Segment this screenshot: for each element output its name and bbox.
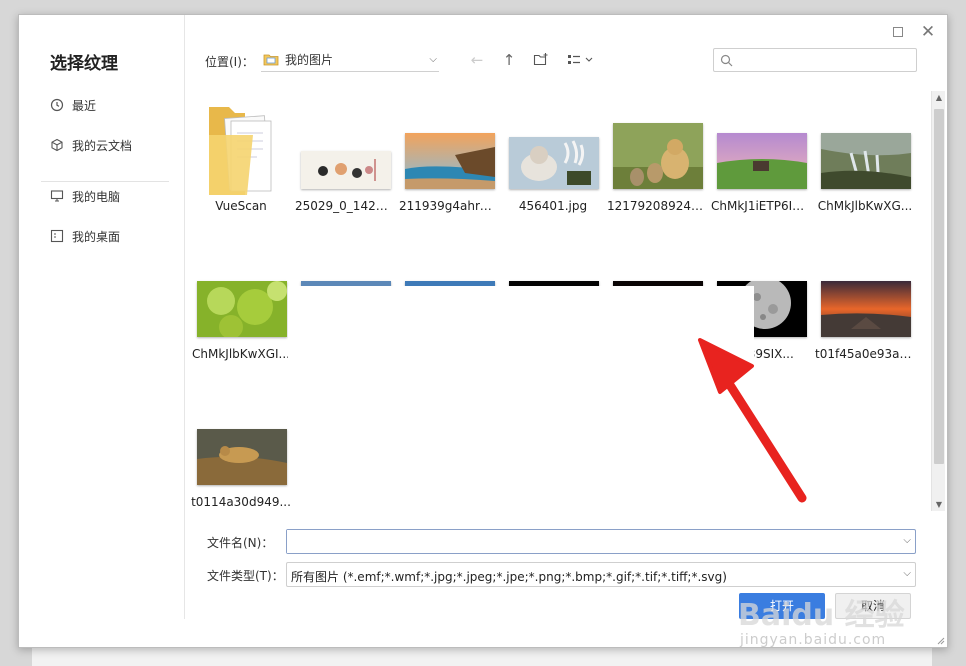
image-thumbnail xyxy=(821,281,911,337)
up-button[interactable]: ↑ xyxy=(499,50,519,70)
file-item[interactable]: 25029_0_14275... xyxy=(295,91,395,221)
file-item[interactable]: ChMkJlbKwXG... xyxy=(815,91,915,221)
filetype-select[interactable]: 所有图片 (*.emf;*.wmf;*.jpg;*.jpeg;*.jpe;*.p… xyxy=(286,562,916,587)
list-view-icon xyxy=(568,55,593,64)
chevron-down-icon: ⌵ xyxy=(903,568,911,579)
file-item[interactable]: 211939g4ahrm... xyxy=(399,91,499,221)
maximize-button[interactable] xyxy=(887,21,909,43)
file-item[interactable]: VueScan xyxy=(191,91,291,221)
image-thumbnail xyxy=(197,429,287,485)
file-name: ChMkJ1iETP6IG... xyxy=(711,199,811,213)
filename-input[interactable] xyxy=(287,530,887,553)
sidebar-item-label: 最近 xyxy=(72,98,97,113)
cancel-button[interactable]: 取消 xyxy=(835,593,911,619)
sidebar-item-recent[interactable]: 最近 xyxy=(50,95,96,115)
sidebar: 选择纹理 最近 我的云文档 我的电脑 我的桌面 xyxy=(19,15,185,619)
close-button[interactable]: ✕ xyxy=(917,21,939,43)
filename-label: 文件名(N)： xyxy=(207,536,274,550)
file-name: VueScan xyxy=(215,199,267,213)
sidebar-item-my-computer[interactable]: 我的电脑 xyxy=(50,186,120,206)
monitor-icon xyxy=(50,190,64,202)
file-name: 211939g4ahrm... xyxy=(399,199,499,213)
location-value: 我的图片 xyxy=(285,53,334,67)
sidebar-item-label: 我的桌面 xyxy=(72,229,121,244)
file-item[interactable]: ChMkJ1iETP6IG... xyxy=(711,91,811,221)
location-dropdown[interactable]: 我的图片 ⌵ xyxy=(261,48,439,72)
file-name: 25029_0_14275... xyxy=(295,199,395,213)
new-folder-button[interactable] xyxy=(531,50,551,70)
image-thumbnail xyxy=(197,281,287,337)
file-item[interactable]: ChMkJlbKwXGI... xyxy=(191,239,291,369)
occluding-overlay xyxy=(288,286,754,386)
close-icon: ✕ xyxy=(920,22,936,42)
search-icon xyxy=(720,54,733,67)
file-name: 121792089243... xyxy=(607,199,707,213)
arrow-up-icon: ↑ xyxy=(502,51,516,69)
back-button[interactable]: ← xyxy=(467,50,487,70)
chevron-down-icon[interactable]: ⌵ xyxy=(903,535,911,546)
filetype-label: 文件类型(T)： xyxy=(207,569,284,583)
file-item[interactable]: t01f45a0e93a8... xyxy=(815,239,915,369)
cube-icon xyxy=(51,138,63,152)
filename-combobox[interactable]: ⌵ xyxy=(286,529,916,554)
file-item[interactable]: t0114a30d949... xyxy=(191,387,291,517)
open-button[interactable]: 打开 xyxy=(739,593,825,619)
view-mode-button[interactable] xyxy=(565,50,597,70)
image-thumbnail xyxy=(405,133,495,189)
image-thumbnail xyxy=(613,123,703,189)
sidebar-item-label: 我的电脑 xyxy=(72,189,121,204)
arrow-left-icon: ← xyxy=(470,51,484,69)
location-label: 位置(I)： xyxy=(205,55,254,69)
image-thumbnail xyxy=(821,133,911,189)
file-item[interactable]: 456401.jpg xyxy=(503,91,603,221)
file-name: ChMkJlbKwXG... xyxy=(817,199,913,213)
new-folder-icon xyxy=(533,53,548,66)
image-thumbnail xyxy=(717,133,807,189)
file-name: t0114a30d949... xyxy=(191,495,291,509)
scroll-down-icon[interactable]: ▼ xyxy=(932,500,946,509)
sidebar-item-cloud-docs[interactable]: 我的云文档 xyxy=(50,135,132,155)
folder-icon xyxy=(209,107,272,195)
sidebar-divider xyxy=(41,181,169,182)
image-thumbnail xyxy=(301,151,391,189)
image-thumbnail xyxy=(509,137,599,189)
clock-icon xyxy=(50,98,64,112)
sidebar-item-label: 我的云文档 xyxy=(72,138,133,153)
file-name: 456401.jpg xyxy=(518,199,588,213)
file-name: ChMkJlbKwXGI... xyxy=(192,347,290,361)
red-arrow-annotation xyxy=(698,338,807,503)
scrollbar-thumb[interactable] xyxy=(934,109,944,464)
maximize-icon xyxy=(893,27,903,37)
dialog-title: 选择纹理 xyxy=(50,54,118,74)
filetype-value: 所有图片 (*.emf;*.wmf;*.jpg;*.jpeg;*.jpe;*.p… xyxy=(291,570,727,584)
background-window-strip xyxy=(32,646,932,666)
file-name: t01f45a0e93a8... xyxy=(815,347,915,361)
search-field[interactable] xyxy=(713,48,917,72)
sidebar-item-my-desktop[interactable]: 我的桌面 xyxy=(50,226,120,246)
file-item[interactable]: 121792089243... xyxy=(607,91,707,221)
search-input[interactable] xyxy=(738,51,913,69)
folder-icon xyxy=(263,54,279,66)
resize-grip-icon[interactable] xyxy=(935,635,945,645)
chevron-down-icon: ⌵ xyxy=(429,54,437,65)
desktop-icon xyxy=(50,229,64,243)
scroll-up-icon[interactable]: ▲ xyxy=(932,93,946,102)
vertical-scrollbar[interactable]: ▲ ▼ xyxy=(931,91,945,511)
